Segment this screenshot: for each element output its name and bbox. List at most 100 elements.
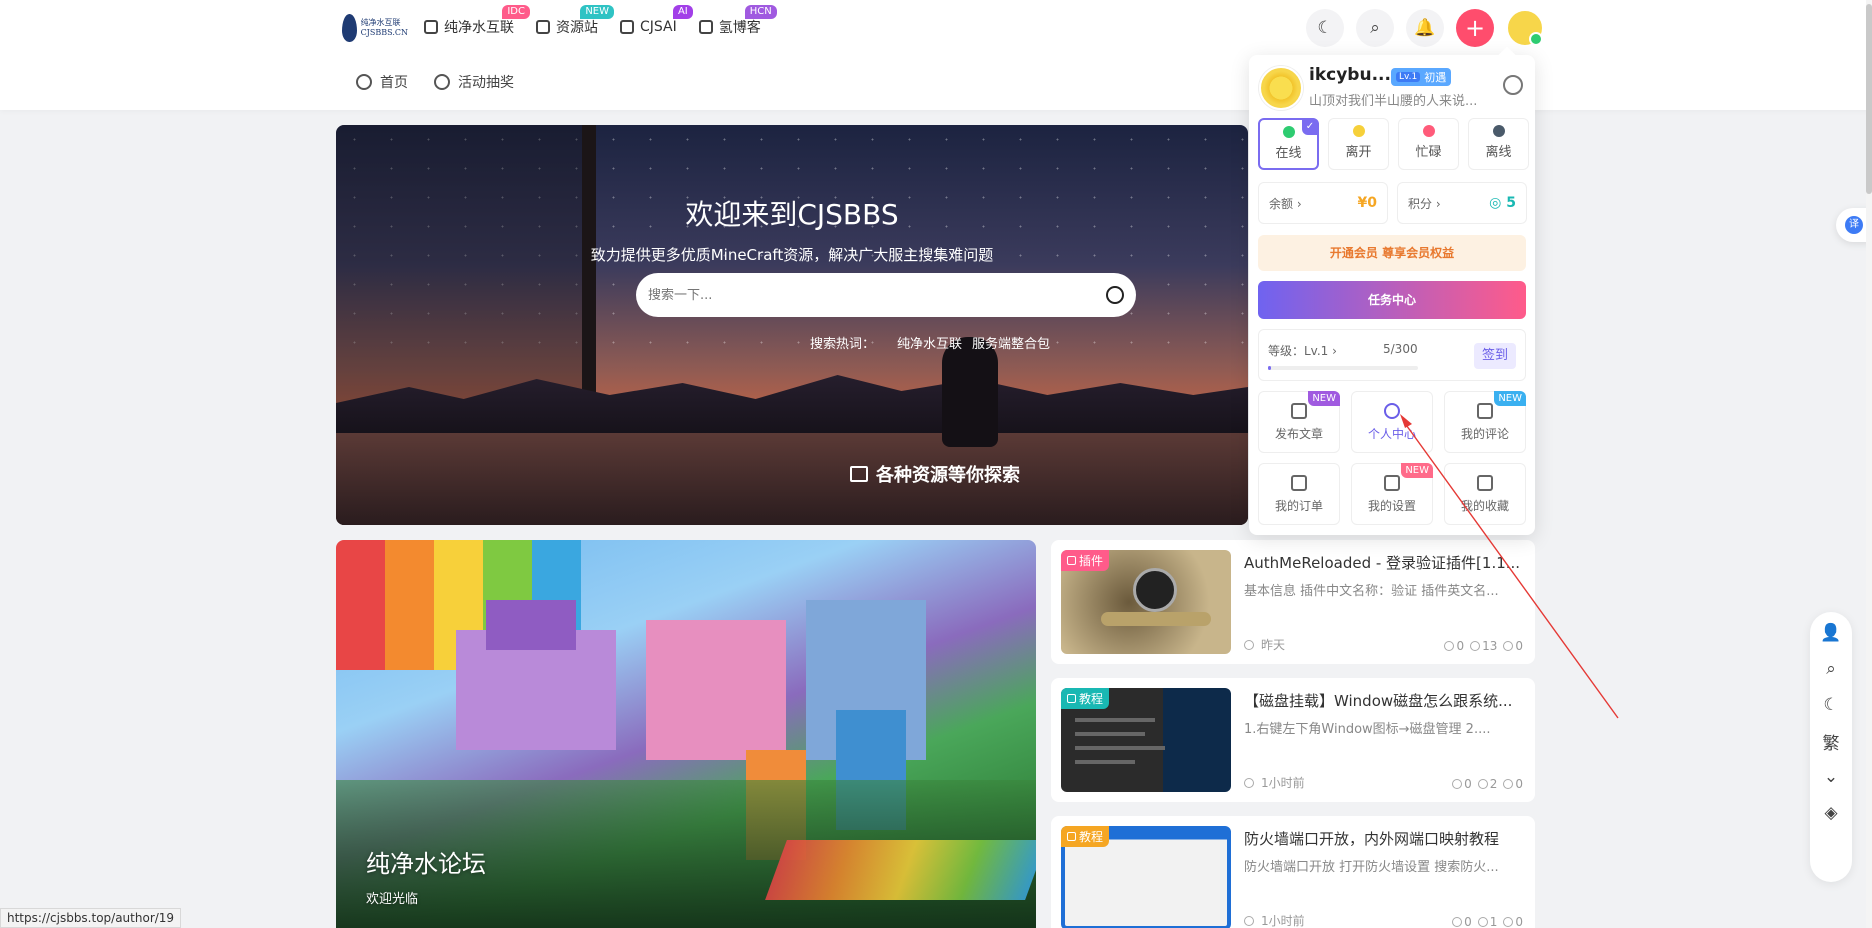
- robot-icon: [620, 20, 634, 34]
- theme-icon[interactable]: ◈: [1821, 802, 1841, 824]
- page-scrollbar[interactable]: [1866, 0, 1872, 928]
- category-tag[interactable]: 教程: [1061, 826, 1110, 847]
- nav-item-blog[interactable]: 氢博客 HCN: [698, 5, 777, 40]
- site-logo[interactable]: 纯净水互联 CJSBBS.CN: [342, 12, 408, 44]
- subnav-item-home[interactable]: 首页: [356, 72, 408, 92]
- scrollbar-thumb[interactable]: [1866, 4, 1872, 194]
- balance-value: ¥0: [1357, 195, 1377, 211]
- category-tag[interactable]: 插件: [1061, 550, 1110, 571]
- nav-item-cjs-idc[interactable]: 纯净水互联 IDC: [424, 5, 530, 40]
- clock-icon: [1244, 639, 1254, 650]
- featured-subtitle: 欢迎光临: [366, 892, 419, 907]
- site-header: 纯净水互联 CJSBBS.CN 纯净水互联 IDC 资源站 NEW CJSAI …: [0, 0, 1872, 110]
- cart-icon: [1291, 475, 1307, 491]
- hot-word-link[interactable]: 纯净水互联: [897, 333, 962, 352]
- tile-my-settings[interactable]: 我的设置 NEW: [1351, 463, 1433, 525]
- chevron-down-icon[interactable]: ⌄: [1821, 766, 1841, 788]
- status-away[interactable]: 离开: [1328, 118, 1389, 170]
- post-title[interactable]: 防火墙端口开放，内外网端口映射教程: [1244, 828, 1524, 849]
- post-title[interactable]: AuthMeReloaded - 登录验证插件[1.1...: [1244, 552, 1524, 573]
- dark-mode-button[interactable]: ☾: [1306, 9, 1344, 47]
- nav-badge: NEW: [580, 5, 614, 19]
- subnav-item-lottery[interactable]: 活动抽奖: [434, 72, 514, 92]
- new-badge: NEW: [1401, 463, 1433, 478]
- post-title[interactable]: 【磁盘挂载】Window磁盘怎么跟系统...: [1244, 690, 1524, 711]
- featured-card[interactable]: 纯净水论坛 欢迎光临: [336, 540, 1036, 928]
- subnav-label: 活动抽奖: [458, 75, 514, 91]
- user-icon[interactable]: 👤: [1820, 622, 1841, 644]
- eye-icon: [1477, 917, 1488, 927]
- hot-word-link[interactable]: 服务端整合包: [972, 333, 1050, 352]
- nav-label: 纯净水互联: [444, 20, 514, 36]
- search-icon: ⌕: [1370, 18, 1380, 38]
- task-center-button[interactable]: 任务中心: [1258, 281, 1526, 319]
- post-stats: 0 2 0: [1452, 777, 1523, 791]
- search-input[interactable]: [648, 287, 1106, 303]
- tile-my-favorites[interactable]: 我的收藏: [1444, 463, 1526, 525]
- key-lock-icon: [1133, 568, 1177, 612]
- search-icon[interactable]: [1106, 286, 1124, 304]
- nav-label: 氢博客: [718, 20, 761, 36]
- points-link[interactable]: 积分 › ◎ 5: [1397, 182, 1527, 224]
- post-card[interactable]: 教程 防火墙端口开放，内外网端口映射教程 防火墙端口开放 打开防火墙设置 搜索防…: [1051, 816, 1535, 928]
- tile-publish-article[interactable]: 发布文章 NEW: [1258, 391, 1340, 453]
- status-offline[interactable]: 离线: [1468, 118, 1529, 170]
- banner-title: 欢迎来到CJSBBS: [685, 198, 899, 231]
- level-link[interactable]: 等级：Lv.1 ›: [1268, 342, 1337, 359]
- banner-caption-text: 各种资源等你探索: [876, 465, 1020, 486]
- search-button[interactable]: ⌕: [1356, 9, 1394, 47]
- banner-caption[interactable]: 各种资源等你探索: [850, 461, 1020, 487]
- water-drop-icon: [342, 14, 357, 42]
- user-icon: [1384, 403, 1400, 419]
- user-name[interactable]: ikcybu...: [1309, 65, 1391, 85]
- comment-icon: [1477, 403, 1493, 419]
- banner-search-box: [636, 273, 1136, 317]
- add-icon: +: [1464, 14, 1486, 42]
- notifications-button[interactable]: 🔔: [1406, 9, 1444, 47]
- search-icon[interactable]: ⌕: [1821, 658, 1841, 680]
- tile-my-orders[interactable]: 我的订单: [1258, 463, 1340, 525]
- gift-icon: [434, 74, 450, 90]
- user-avatar[interactable]: [1506, 9, 1544, 47]
- sign-in-button[interactable]: 签到: [1474, 343, 1516, 369]
- post-card[interactable]: 插件 AuthMeReloaded - 登录验证插件[1.1... 基本信息 插…: [1051, 540, 1535, 664]
- category-tag[interactable]: 教程: [1061, 688, 1110, 709]
- sub-nav: 首页 活动抽奖: [356, 72, 514, 92]
- folder-icon: [1067, 694, 1076, 703]
- tile-user-center[interactable]: 个人中心: [1351, 391, 1433, 453]
- level-panel: 等级：Lv.1 › 5/300 签到: [1258, 329, 1526, 381]
- user-level-badge: Lv.1 初遇: [1391, 68, 1452, 86]
- subnav-label: 首页: [380, 75, 408, 91]
- logo-text: 纯净水互联: [360, 18, 401, 27]
- floating-toolbar: 👤 ⌕ ☾ 繁 ⌄ ◈: [1810, 612, 1852, 882]
- post-time: 昨天: [1244, 636, 1285, 653]
- balance-link[interactable]: 余额 › ¥0: [1258, 182, 1388, 224]
- nav-item-resources[interactable]: 资源站 NEW: [536, 5, 614, 40]
- nav-label: CJSAI: [640, 19, 677, 35]
- folder-icon: [1067, 832, 1076, 841]
- user-avatar[interactable]: [1259, 66, 1303, 110]
- bell-icon: 🔔: [1414, 18, 1436, 38]
- post-card[interactable]: 教程 【磁盘挂载】Window磁盘怎么跟系统... 1.右键左下角Window图…: [1051, 678, 1535, 802]
- add-button[interactable]: +: [1456, 9, 1494, 47]
- wallet-row: 余额 › ¥0 积分 › ◎ 5: [1258, 182, 1527, 224]
- status-online[interactable]: 在线: [1258, 118, 1319, 170]
- top-nav: 纯净水互联 IDC 资源站 NEW CJSAI AI 氢博客 HCN: [424, 5, 777, 40]
- comment-icon: [1444, 641, 1455, 651]
- traditional-chinese-icon[interactable]: 繁: [1821, 730, 1841, 754]
- dark-mode-icon[interactable]: ☾: [1821, 694, 1841, 716]
- new-badge: NEW: [1494, 391, 1526, 406]
- rainbow-path: [765, 840, 1036, 900]
- thumbs-up-icon: [1503, 917, 1514, 927]
- thumbs-up-icon: [1503, 779, 1514, 789]
- nav-item-cjsai[interactable]: CJSAI AI: [620, 5, 693, 40]
- post-excerpt: 1.右键左下角Window图标→磁盘管理 2....: [1244, 722, 1491, 737]
- logout-icon[interactable]: [1503, 75, 1523, 95]
- user-menu-dropdown: ikcybu... Lv.1 初遇 山顶对我们半山腰的人来说... 在线 离开 …: [1249, 55, 1535, 535]
- featured-title: 纯净水论坛: [366, 850, 486, 878]
- vip-button[interactable]: 开通会员 尊享会员权益: [1258, 235, 1526, 271]
- points-value: ◎ 5: [1489, 195, 1516, 211]
- post-stats: 0 13 0: [1444, 639, 1523, 653]
- status-busy[interactable]: 忙碌: [1398, 118, 1459, 170]
- tile-my-comments[interactable]: 我的评论 NEW: [1444, 391, 1526, 453]
